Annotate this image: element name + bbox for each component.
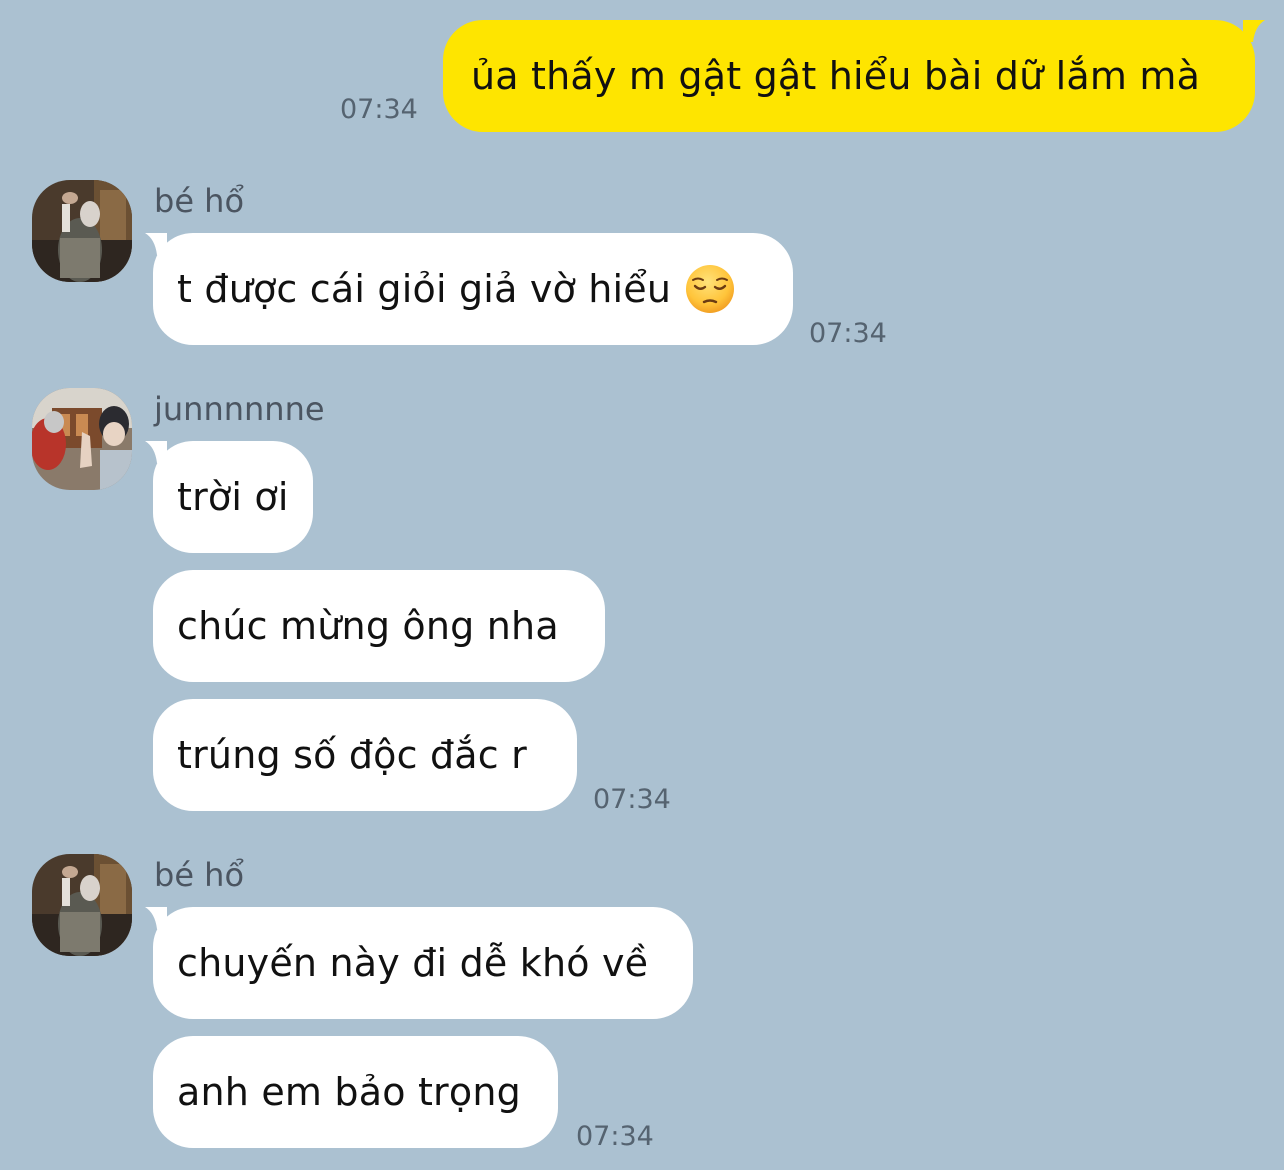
message-text: chúc mừng ông nha xyxy=(177,604,559,648)
avatar[interactable] xyxy=(32,180,132,282)
sender-name: bé hổ xyxy=(154,856,245,894)
message-timestamp: 07:34 xyxy=(593,784,671,815)
message-text: anh em bảo trọng xyxy=(177,1070,521,1114)
bubble-tail xyxy=(1243,20,1265,42)
message-text: ủa thấy m gật gật hiểu bài dữ lắm mà xyxy=(471,54,1201,98)
message-text: trúng số độc đắc r xyxy=(177,733,527,777)
sender-name: bé hổ xyxy=(154,182,245,220)
outgoing-message-bubble[interactable]: ủa thấy m gật gật hiểu bài dữ lắm mà xyxy=(443,20,1255,132)
avatar-photo-icon xyxy=(32,180,132,282)
incoming-message-bubble[interactable]: trời ơi xyxy=(153,441,313,553)
incoming-message-bubble[interactable]: chuyến này đi dễ khó về xyxy=(153,907,693,1019)
incoming-message-bubble[interactable]: anh em bảo trọng xyxy=(153,1036,558,1148)
message-timestamp: 07:34 xyxy=(809,318,887,349)
message-text: trời ơi xyxy=(177,475,289,519)
incoming-message-bubble[interactable]: chúc mừng ông nha xyxy=(153,570,605,682)
pensive-face-icon xyxy=(685,264,735,314)
chat-screen: { "messages": { "m1": { "text": "ủa thấy… xyxy=(0,0,1284,1170)
avatar-photo-icon xyxy=(32,854,132,956)
avatar-photo-icon xyxy=(32,388,132,490)
message-timestamp: 07:34 xyxy=(340,94,418,125)
avatar[interactable] xyxy=(32,854,132,956)
avatar[interactable] xyxy=(32,388,132,490)
sender-name: junnnnnne xyxy=(154,390,325,428)
message-text: chuyến này đi dễ khó về xyxy=(177,941,649,985)
incoming-message-bubble[interactable]: t được cái giỏi giả vờ hiểu xyxy=(153,233,793,345)
incoming-message-bubble[interactable]: trúng số độc đắc r xyxy=(153,699,577,811)
message-timestamp: 07:34 xyxy=(576,1121,654,1152)
message-text: t được cái giỏi giả vờ hiểu xyxy=(177,267,672,311)
